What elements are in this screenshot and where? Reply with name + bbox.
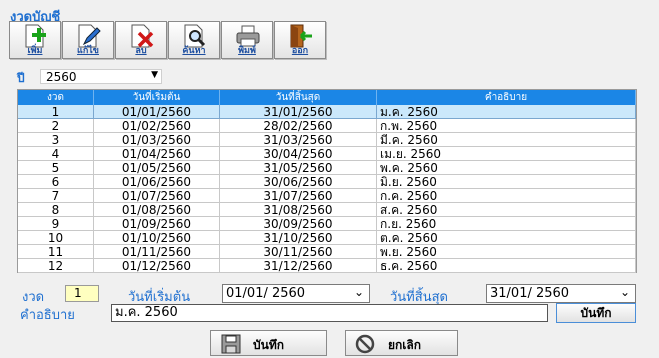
end-date-value: 31/01/ 2560 xyxy=(490,286,570,301)
cell-start-date: 01/02/2560 xyxy=(94,119,220,133)
table-row[interactable]: 10 01/10/2560 31/10/2560 ต.ค. 2560 xyxy=(18,231,636,245)
exit-button[interactable]: ออก xyxy=(274,21,326,59)
cell-end-date: 31/10/2560 xyxy=(220,231,377,245)
table-row[interactable]: 3 01/03/2560 31/03/2560 มี.ค. 2560 xyxy=(18,133,636,147)
exit-button-label: ออก xyxy=(291,46,309,56)
cell-end-date: 28/02/2560 xyxy=(220,119,377,133)
print-button-label: พิมพ์ xyxy=(238,46,256,56)
cell-start-date: 01/06/2560 xyxy=(94,175,220,189)
cell-end-date: 31/05/2560 xyxy=(220,161,377,175)
table-header: งวด วันที่เริ่มต้น วันที่สิ้นสุด คำอธิบา… xyxy=(18,90,636,105)
cell-end-date: 31/03/2560 xyxy=(220,133,377,147)
table-row[interactable]: 12 01/12/2560 31/12/2560 ธ.ค. 2560 xyxy=(18,259,636,273)
year-dropdown[interactable]: 2560 ▼ xyxy=(40,69,162,84)
edit-button-label: แก้ไข xyxy=(77,46,99,56)
edit-button[interactable]: แก้ไข xyxy=(62,21,114,59)
periods-table: งวด วันที่เริ่มต้น วันที่สิ้นสุด คำอธิบา… xyxy=(17,89,637,273)
add-button[interactable]: เพิ่ม xyxy=(9,21,61,59)
cell-period: 8 xyxy=(18,203,94,217)
save-button[interactable]: บันทึก xyxy=(210,330,327,356)
cell-period: 9 xyxy=(18,217,94,231)
table-row[interactable]: 9 01/09/2560 30/09/2560 ก.ย. 2560 xyxy=(18,217,636,231)
cell-period: 1 xyxy=(18,105,94,119)
period-field[interactable]: 1 xyxy=(65,285,99,302)
description-label: คำอธิบาย xyxy=(20,308,75,323)
column-header-period[interactable]: งวด xyxy=(18,90,94,105)
delete-button-label: ลบ xyxy=(135,46,147,56)
cell-start-date: 01/11/2560 xyxy=(94,245,220,259)
cell-end-date: 30/11/2560 xyxy=(220,245,377,259)
cell-end-date: 31/08/2560 xyxy=(220,203,377,217)
cell-description: ม.ค. 2560 xyxy=(377,105,636,119)
table-row[interactable]: 11 01/11/2560 30/11/2560 พ.ย. 2560 xyxy=(18,245,636,259)
cell-end-date: 30/04/2560 xyxy=(220,147,377,161)
cell-period: 6 xyxy=(18,175,94,189)
add-button-label: เพิ่ม xyxy=(27,46,43,56)
cell-description: พ.ค. 2560 xyxy=(377,161,636,175)
cell-period: 4 xyxy=(18,147,94,161)
cell-description: มิ.ย. 2560 xyxy=(377,175,636,189)
cancel-button[interactable]: ยกเลิก xyxy=(345,330,458,356)
end-date-picker[interactable]: 31/01/ 2560 ⌄ xyxy=(486,284,636,303)
cell-period: 3 xyxy=(18,133,94,147)
cell-description: ธ.ค. 2560 xyxy=(377,259,636,273)
cell-end-date: 31/12/2560 xyxy=(220,259,377,273)
column-header-start-date[interactable]: วันที่เริ่มต้น xyxy=(94,90,220,105)
start-date-value: 01/01/ 2560 xyxy=(226,286,306,301)
cell-description: ก.พ. 2560 xyxy=(377,119,636,133)
table-row[interactable]: 6 01/06/2560 30/06/2560 มิ.ย. 2560 xyxy=(18,175,636,189)
print-button[interactable]: พิมพ์ xyxy=(221,21,273,59)
cell-end-date: 30/09/2560 xyxy=(220,217,377,231)
cell-start-date: 01/01/2560 xyxy=(94,105,220,119)
save-row-button[interactable]: บันทึก xyxy=(556,303,636,323)
column-header-description[interactable]: คำอธิบาย xyxy=(377,90,636,105)
chevron-down-icon: ⌄ xyxy=(353,285,364,299)
cell-description: ต.ค. 2560 xyxy=(377,231,636,245)
cell-start-date: 01/10/2560 xyxy=(94,231,220,245)
search-button[interactable]: ค้นหา xyxy=(168,21,220,59)
cancel-circle-icon xyxy=(355,334,375,354)
cell-description: มี.ค. 2560 xyxy=(377,133,636,147)
cell-period: 2 xyxy=(18,119,94,133)
floppy-disk-icon xyxy=(221,334,241,354)
chevron-down-icon: ⌄ xyxy=(619,285,630,299)
cell-description: พ.ย. 2560 xyxy=(377,245,636,259)
cell-start-date: 01/03/2560 xyxy=(94,133,220,147)
year-label: ปี xyxy=(17,71,25,85)
cell-description: ส.ค. 2560 xyxy=(377,203,636,217)
cell-period: 11 xyxy=(18,245,94,259)
chevron-down-icon: ▼ xyxy=(151,70,158,80)
cell-period: 10 xyxy=(18,231,94,245)
cell-period: 7 xyxy=(18,189,94,203)
column-header-end-date[interactable]: วันที่สิ้นสุด xyxy=(220,90,377,105)
cell-start-date: 01/08/2560 xyxy=(94,203,220,217)
search-button-label: ค้นหา xyxy=(182,46,206,56)
cell-end-date: 31/07/2560 xyxy=(220,189,377,203)
save-button-label: บันทึก xyxy=(253,338,284,352)
cell-start-date: 01/09/2560 xyxy=(94,217,220,231)
cell-period: 5 xyxy=(18,161,94,175)
table-row[interactable]: 2 01/02/2560 28/02/2560 ก.พ. 2560 xyxy=(18,119,636,133)
cell-start-date: 01/12/2560 xyxy=(94,259,220,273)
cell-start-date: 01/04/2560 xyxy=(94,147,220,161)
year-value: 2560 xyxy=(46,70,77,84)
cell-start-date: 01/07/2560 xyxy=(94,189,220,203)
table-row[interactable]: 1 01/01/2560 31/01/2560 ม.ค. 2560 xyxy=(18,105,636,119)
cell-description: ก.ค. 2560 xyxy=(377,189,636,203)
cell-period: 12 xyxy=(18,259,94,273)
cell-description: เม.ย. 2560 xyxy=(377,147,636,161)
cell-end-date: 31/01/2560 xyxy=(220,105,377,119)
description-field[interactable]: ม.ค. 2560 xyxy=(111,304,548,322)
table-row[interactable]: 4 01/04/2560 30/04/2560 เม.ย. 2560 xyxy=(18,147,636,161)
delete-button[interactable]: ลบ xyxy=(115,21,167,59)
cancel-button-label: ยกเลิก xyxy=(388,338,422,352)
table-row[interactable]: 5 01/05/2560 31/05/2560 พ.ค. 2560 xyxy=(18,161,636,175)
start-date-picker[interactable]: 01/01/ 2560 ⌄ xyxy=(222,284,370,303)
table-row[interactable]: 7 01/07/2560 31/07/2560 ก.ค. 2560 xyxy=(18,189,636,203)
cell-start-date: 01/05/2560 xyxy=(94,161,220,175)
cell-description: ก.ย. 2560 xyxy=(377,217,636,231)
table-row[interactable]: 8 01/08/2560 31/08/2560 ส.ค. 2560 xyxy=(18,203,636,217)
cell-end-date: 30/06/2560 xyxy=(220,175,377,189)
